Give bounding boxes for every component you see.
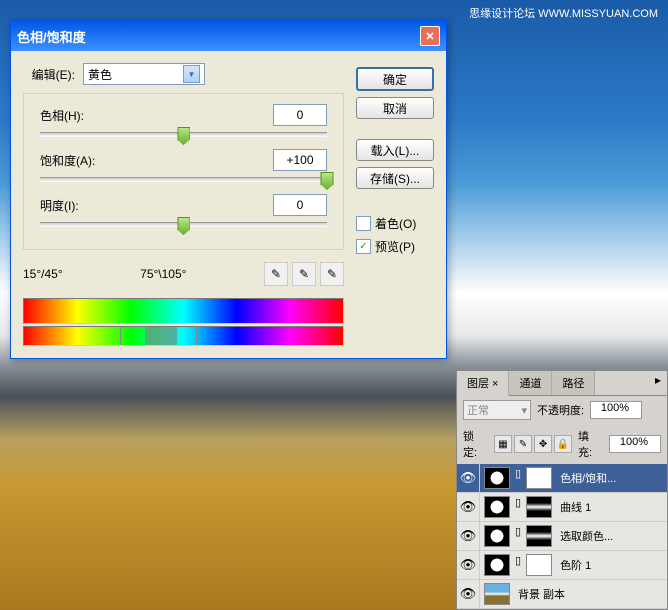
- titlebar[interactable]: 色相/饱和度 ✕: [11, 21, 446, 51]
- tab-paths[interactable]: 路径: [552, 371, 595, 395]
- layer-list: 👁 ▯ 色相/饱和... 👁 ▯ 曲线 1 👁 ▯ 选取颜色... 👁 ▯ 色阶…: [457, 464, 667, 609]
- lightness-slider[interactable]: [40, 222, 327, 227]
- eyedropper-minus-icon[interactable]: ✎: [320, 262, 344, 286]
- edit-value: 黄色: [88, 66, 112, 83]
- range-band[interactable]: [145, 327, 177, 345]
- lock-label: 锁定:: [463, 428, 488, 460]
- opacity-label: 不透明度:: [537, 402, 584, 418]
- colorize-label: 着色(O): [375, 215, 416, 232]
- mask-thumb: [526, 525, 552, 547]
- ok-button[interactable]: 确定: [356, 67, 434, 91]
- layer-name: 曲线 1: [556, 499, 591, 515]
- mask-thumb: [526, 554, 552, 576]
- image-thumb: [484, 583, 510, 605]
- link-icon[interactable]: ▯: [512, 467, 524, 489]
- cancel-button[interactable]: 取消: [356, 97, 434, 119]
- watermark: 思缘设计论坛 WWW.MISSYUAN.COM: [469, 5, 658, 21]
- slider-thumb[interactable]: [177, 127, 190, 145]
- load-button[interactable]: 载入(L)...: [356, 139, 434, 161]
- link-icon[interactable]: ▯: [512, 554, 524, 576]
- edit-combo[interactable]: 黄色 ▼: [83, 63, 205, 85]
- adjustment-thumb: [484, 554, 510, 576]
- range-right: 75°\105°: [140, 267, 186, 281]
- visibility-icon[interactable]: 👁: [457, 580, 480, 608]
- layer-name: 色阶 1: [556, 557, 591, 573]
- blend-mode-combo[interactable]: 正常▾: [463, 400, 531, 420]
- layer-row[interactable]: 👁 ▯ 色阶 1: [457, 551, 667, 580]
- layer-row[interactable]: 👁 ▯ 色相/饱和...: [457, 464, 667, 493]
- adjustment-thumb: [484, 467, 510, 489]
- layer-name: 色相/饱和...: [556, 470, 616, 486]
- slider-thumb[interactable]: [177, 217, 190, 235]
- saturation-label: 饱和度(A):: [40, 152, 110, 169]
- lock-transparency-icon[interactable]: ▦: [494, 435, 512, 453]
- lock-position-icon[interactable]: ✥: [534, 435, 552, 453]
- saturation-slider[interactable]: [40, 177, 327, 182]
- layer-row[interactable]: 👁 ▯ 曲线 1: [457, 493, 667, 522]
- hue-input[interactable]: [273, 104, 327, 126]
- lightness-input[interactable]: [273, 194, 327, 216]
- opacity-input[interactable]: 100%: [590, 401, 642, 419]
- layers-panel: 图层 × 通道 路径 ▸ 正常▾ 不透明度: 100% 锁定: ▦ ✎ ✥ 🔒 …: [456, 370, 668, 610]
- lock-all-icon[interactable]: 🔒: [554, 435, 572, 453]
- hue-slider[interactable]: [40, 132, 327, 137]
- adjustment-thumb: [484, 496, 510, 518]
- dialog-title: 色相/饱和度: [17, 27, 86, 46]
- hue-saturation-dialog: 色相/饱和度 ✕ 编辑(E): 黄色 ▼ 色相(H):: [10, 20, 447, 359]
- lightness-label: 明度(I):: [40, 197, 110, 214]
- visibility-icon[interactable]: 👁: [457, 464, 480, 492]
- slider-thumb[interactable]: [321, 172, 334, 190]
- tab-layers[interactable]: 图层 ×: [457, 371, 509, 396]
- layer-name: 选取颜色...: [556, 528, 613, 544]
- tab-channels[interactable]: 通道: [509, 371, 552, 395]
- edit-label: 编辑(E):: [23, 66, 75, 83]
- layer-name: 背景 副本: [514, 586, 565, 602]
- fill-input[interactable]: 100%: [609, 435, 661, 453]
- visibility-icon[interactable]: 👁: [457, 551, 480, 579]
- save-button[interactable]: 存储(S)...: [356, 167, 434, 189]
- colorize-checkbox[interactable]: [356, 216, 371, 231]
- spectrum-bottom[interactable]: [23, 326, 344, 346]
- mask-thumb: [526, 496, 552, 518]
- mask-thumb: [526, 467, 552, 489]
- chevron-down-icon: ▼: [183, 65, 200, 83]
- close-button[interactable]: ✕: [420, 26, 440, 46]
- range-left: 15°/45°: [23, 267, 63, 281]
- eyedropper-icon[interactable]: ✎: [264, 262, 288, 286]
- fill-label: 填充:: [578, 428, 603, 460]
- adjustment-thumb: [484, 525, 510, 547]
- preview-label: 预览(P): [375, 238, 415, 255]
- panel-menu-icon[interactable]: ▸: [649, 371, 667, 395]
- visibility-icon[interactable]: 👁: [457, 522, 480, 550]
- link-icon[interactable]: ▯: [512, 525, 524, 547]
- lock-paint-icon[interactable]: ✎: [514, 435, 532, 453]
- range-marker[interactable]: [196, 327, 197, 345]
- layer-row[interactable]: 👁 背景 副本: [457, 580, 667, 609]
- layer-row[interactable]: 👁 ▯ 选取颜色...: [457, 522, 667, 551]
- link-icon[interactable]: ▯: [512, 496, 524, 518]
- saturation-input[interactable]: [273, 149, 327, 171]
- range-marker[interactable]: [120, 327, 121, 345]
- spectrum-top: [23, 298, 344, 324]
- eyedropper-plus-icon[interactable]: ✎: [292, 262, 316, 286]
- hue-label: 色相(H):: [40, 107, 110, 124]
- visibility-icon[interactable]: 👁: [457, 493, 480, 521]
- preview-checkbox[interactable]: ✓: [356, 239, 371, 254]
